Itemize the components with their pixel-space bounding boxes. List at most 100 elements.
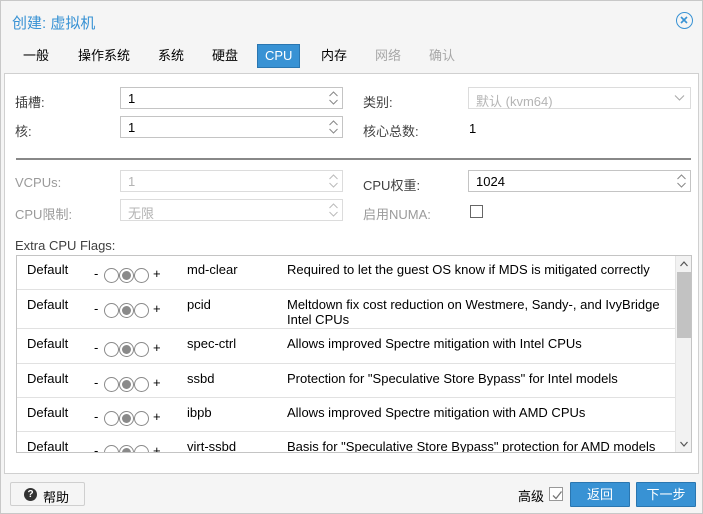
tab-bar: 一般 操作系统 系统 硬盘 CPU 内存 网络 确认 — [1, 44, 702, 70]
flag-name: pcid — [187, 297, 211, 312]
minus-label: - — [94, 409, 99, 424]
grid-scrollbar[interactable] — [675, 256, 691, 452]
flag-name: virt-ssbd — [187, 439, 237, 453]
flag-description: Required to let the guest OS know if MDS… — [287, 262, 650, 277]
plus-label: + — [153, 375, 161, 390]
table-row: Default - + ibpb Allows improved Spectre… — [17, 399, 675, 432]
tab-memory[interactable]: 内存 — [321, 44, 347, 68]
cores-spinner[interactable]: 1 — [120, 116, 343, 138]
minus-label: - — [94, 340, 99, 355]
flag-state: Default — [27, 439, 69, 453]
flag-on-radio[interactable] — [134, 303, 149, 318]
tab-general[interactable]: 一般 — [23, 44, 49, 68]
flag-tristate: - + — [94, 443, 166, 453]
checkmark-icon — [552, 491, 563, 500]
plus-label: + — [153, 266, 161, 281]
plus-label: + — [153, 340, 161, 355]
flag-default-radio[interactable] — [119, 445, 134, 452]
flag-state: Default — [27, 262, 69, 277]
flag-off-radio[interactable] — [104, 342, 119, 357]
cores-value: 1 — [128, 120, 136, 135]
cpu-weight-label: CPU权重: — [363, 178, 421, 193]
scrollbar-thumb[interactable] — [677, 272, 691, 338]
scroll-up-icon[interactable] — [679, 259, 689, 269]
flag-on-radio[interactable] — [134, 445, 149, 452]
help-button-label: 帮助 — [43, 490, 70, 505]
section-divider — [16, 158, 691, 160]
plus-label: + — [153, 409, 161, 424]
flag-off-radio[interactable] — [104, 445, 119, 452]
tab-cpu[interactable]: CPU — [257, 44, 301, 68]
spinner-arrows-icon[interactable] — [676, 173, 687, 189]
vcpus-spinner[interactable]: 1 — [120, 170, 343, 192]
plus-label: + — [153, 443, 161, 453]
next-button[interactable]: 下一步 — [636, 482, 696, 507]
table-row: Default - + ssbd Protection for "Specula… — [17, 365, 675, 398]
total-cores-label: 核心总数: — [363, 124, 419, 139]
flag-description: Allows improved Spectre mitigation with … — [287, 405, 586, 420]
flag-on-radio[interactable] — [134, 268, 149, 283]
spinner-arrows-icon[interactable] — [328, 173, 339, 189]
spinner-arrows-icon[interactable] — [328, 119, 339, 135]
cpu-limit-spinner[interactable]: 无限 — [120, 199, 343, 221]
sockets-value: 1 — [128, 91, 136, 106]
type-label: 类别: — [363, 95, 393, 110]
flag-name: spec-ctrl — [187, 336, 237, 351]
advanced-checkbox[interactable] — [549, 487, 563, 501]
flag-state: Default — [27, 297, 69, 312]
help-button[interactable]: ? 帮助 — [10, 482, 85, 506]
flag-on-radio[interactable] — [134, 411, 149, 426]
numa-label: 启用NUMA: — [363, 207, 431, 222]
flag-state: Default — [27, 405, 69, 420]
flag-default-radio[interactable] — [119, 377, 134, 392]
sockets-spinner[interactable]: 1 — [120, 87, 343, 109]
flag-description: Allows improved Spectre mitigation with … — [287, 336, 582, 351]
flag-name: ibpb — [187, 405, 212, 420]
cores-label: 核: — [15, 124, 32, 139]
flag-default-radio[interactable] — [119, 411, 134, 426]
numa-checkbox[interactable] — [470, 205, 483, 218]
cpu-weight-value: 1024 — [476, 174, 505, 189]
flag-tristate: - + — [94, 301, 166, 318]
dialog-title: 创建: 虚拟机 — [12, 15, 96, 32]
scroll-down-icon[interactable] — [679, 439, 689, 449]
cpu-limit-value: 无限 — [128, 206, 155, 221]
flag-on-radio[interactable] — [134, 342, 149, 357]
flag-description: Basis for "Speculative Store Bypass" pro… — [287, 439, 656, 453]
flag-off-radio[interactable] — [104, 411, 119, 426]
tab-system[interactable]: 系统 — [158, 44, 184, 68]
vcpus-value: 1 — [128, 174, 136, 189]
flag-off-radio[interactable] — [104, 377, 119, 392]
create-vm-dialog: 创建: 虚拟机 一般 操作系统 系统 硬盘 CPU 内存 网络 确认 插槽: 1… — [0, 0, 703, 514]
flag-default-radio[interactable] — [119, 303, 134, 318]
advanced-label: 高级 — [518, 489, 545, 504]
flag-default-radio[interactable] — [119, 342, 134, 357]
flag-on-radio[interactable] — [134, 377, 149, 392]
extra-cpu-flags-label: Extra CPU Flags: — [15, 238, 116, 253]
vcpus-label: VCPUs: — [15, 175, 62, 190]
close-button[interactable] — [676, 12, 693, 29]
flag-off-radio[interactable] — [104, 303, 119, 318]
back-button[interactable]: 返回 — [570, 482, 630, 507]
table-row: Default - + pcid Meltdown fix cost reduc… — [17, 291, 675, 329]
type-combobox[interactable]: 默认 (kvm64) — [468, 87, 691, 109]
table-row: Default - + spec-ctrl Allows improved Sp… — [17, 330, 675, 364]
table-row: Default - + md-clear Required to let the… — [17, 256, 675, 290]
flag-name: md-clear — [187, 262, 238, 277]
spinner-arrows-icon[interactable] — [328, 90, 339, 106]
tab-disk[interactable]: 硬盘 — [212, 44, 238, 68]
title-bar: 创建: 虚拟机 — [1, 1, 702, 41]
flag-name: ssbd — [187, 371, 215, 386]
type-value: 默认 (kvm64) — [476, 94, 553, 109]
cpu-weight-spinner[interactable]: 1024 — [468, 170, 691, 192]
minus-label: - — [94, 301, 99, 316]
flag-default-radio[interactable] — [119, 268, 134, 283]
flag-description: Protection for "Speculative Store Bypass… — [287, 371, 618, 386]
total-cores-value: 1 — [469, 121, 477, 136]
flag-off-radio[interactable] — [104, 268, 119, 283]
chevron-down-icon — [674, 95, 685, 101]
flag-state: Default — [27, 371, 69, 386]
spinner-arrows-icon[interactable] — [328, 202, 339, 218]
tab-os[interactable]: 操作系统 — [78, 44, 130, 68]
minus-label: - — [94, 375, 99, 390]
